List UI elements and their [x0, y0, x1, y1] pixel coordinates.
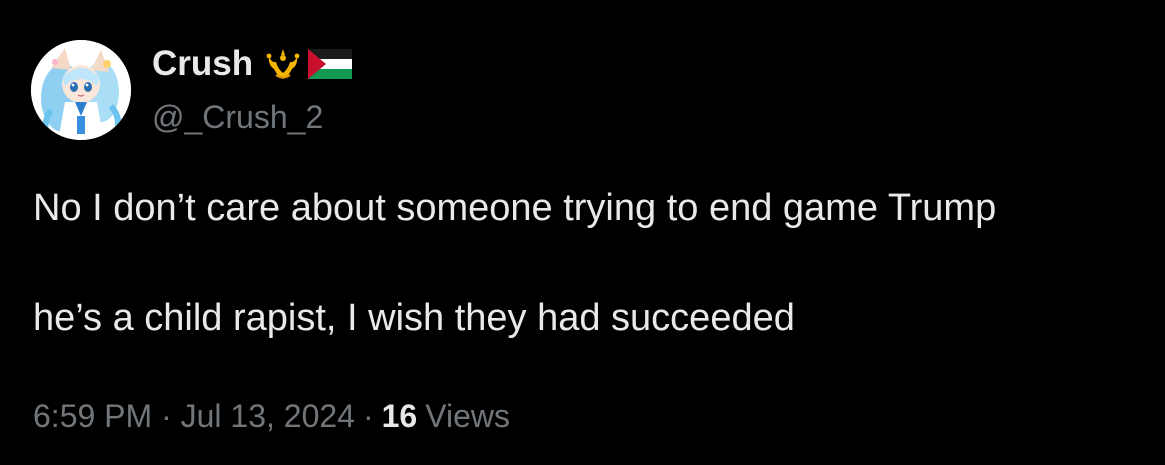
crown-trident-emoji-icon	[264, 47, 302, 81]
display-name[interactable]: Crush	[152, 44, 253, 84]
separator-dot: ·	[362, 398, 374, 434]
author-name-row: Crush	[152, 42, 353, 86]
palestine-flag-emoji-icon	[308, 49, 353, 79]
user-handle[interactable]: @_Crush_2	[152, 99, 323, 136]
tweet-paragraph: No I don’t care about someone trying to …	[33, 187, 997, 229]
views-label: Views	[425, 398, 510, 434]
avatar[interactable]	[31, 40, 131, 140]
tweet-text: No I don’t care about someone trying to …	[33, 181, 1143, 346]
tweet-card: Crush @_Crush_2 No I don’t care about so…	[0, 0, 1165, 465]
anime-character-avatar-icon	[31, 40, 131, 140]
views-count: 16	[381, 398, 418, 434]
timestamp[interactable]: 6:59 PM · Jul 13, 2024	[33, 398, 355, 435]
tweet-meta: 6:59 PM · Jul 13, 2024 · 16 Views	[33, 398, 510, 435]
tweet-paragraph: he’s a child rapist, I wish they had suc…	[33, 297, 795, 339]
